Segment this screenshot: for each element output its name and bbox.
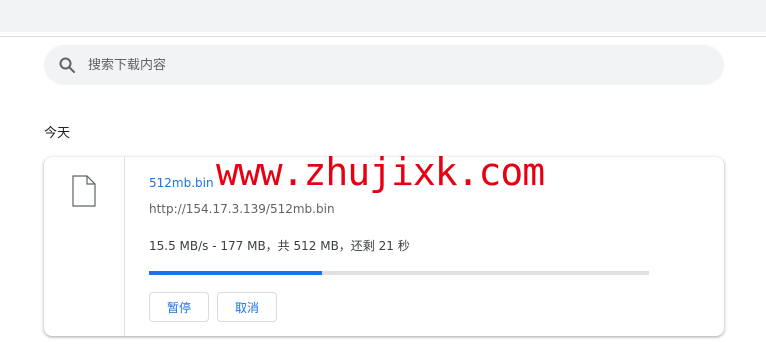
download-status: 15.5 MB/s - 177 MB，共 512 MB，还剩 21 秒 — [149, 239, 410, 253]
search-input[interactable] — [88, 57, 688, 73]
file-icon-column — [44, 157, 125, 336]
pause-button[interactable]: 暂停 — [149, 292, 209, 322]
download-progress-fill — [149, 271, 322, 275]
search-icon[interactable] — [58, 56, 76, 74]
browser-top-bar — [0, 0, 766, 32]
file-icon — [72, 175, 96, 211]
cancel-button[interactable]: 取消 — [217, 292, 277, 322]
download-filename-link[interactable]: 512mb.bin — [149, 176, 214, 190]
watermark-text: www.zhujixk.com — [216, 150, 545, 194]
download-url[interactable]: http://154.17.3.139/512mb.bin — [149, 202, 335, 216]
date-header: 今天 — [44, 126, 71, 141]
download-progress-bar — [149, 271, 649, 275]
top-divider — [0, 36, 766, 37]
search-bar[interactable] — [44, 45, 724, 85]
